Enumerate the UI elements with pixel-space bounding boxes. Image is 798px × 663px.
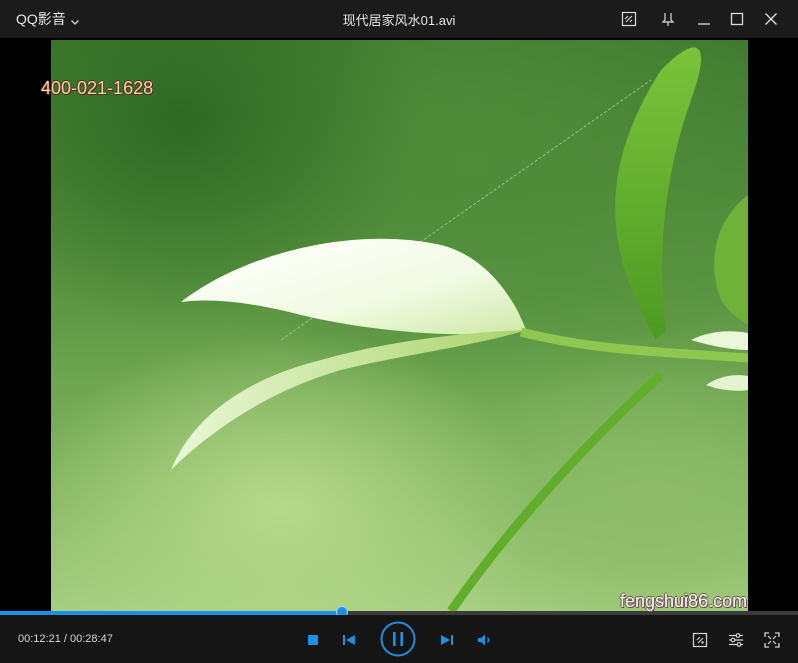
watermark-phone: 400-021-1628 [41, 78, 154, 98]
title-bar[interactable]: QQ影音 现代居家风水01.avi [0, 0, 798, 38]
pin-on-top-icon[interactable] [658, 9, 678, 29]
volume-icon[interactable] [475, 630, 495, 650]
time-display: 00:12:21 / 00:28:47 [18, 633, 113, 645]
pause-icon[interactable] [379, 620, 417, 658]
control-bar: 00:12:21 / 00:28:47 [0, 615, 798, 663]
current-time: 00:12:21 [18, 633, 61, 645]
next-icon[interactable] [437, 631, 457, 649]
close-icon[interactable] [761, 9, 781, 29]
maximize-icon[interactable] [727, 9, 747, 29]
screenshot-icon[interactable] [619, 9, 639, 29]
total-time: 00:28:47 [70, 633, 113, 645]
app-menu-button[interactable]: QQ影音 [16, 9, 80, 29]
video-content-image [171, 47, 748, 611]
previous-icon[interactable] [339, 631, 359, 649]
app-menu-label: QQ影音 [16, 11, 66, 27]
watermark-site: fengshui86.com [620, 591, 748, 611]
chevron-down-icon [70, 14, 80, 25]
stop-icon[interactable] [304, 631, 322, 649]
minimize-icon[interactable] [694, 9, 714, 29]
fullscreen-icon[interactable] [762, 630, 782, 650]
player-window: QQ影音 现代居家风水01.avi 400-021-1628 fengshui8… [0, 0, 798, 663]
video-frame[interactable] [51, 40, 748, 611]
file-title: 现代居家风水01.avi [342, 13, 456, 28]
video-area[interactable]: 400-021-1628 [0, 38, 798, 611]
settings-sliders-icon[interactable] [726, 630, 746, 650]
time-separator: / [60, 633, 70, 645]
capture-icon[interactable] [690, 630, 710, 650]
